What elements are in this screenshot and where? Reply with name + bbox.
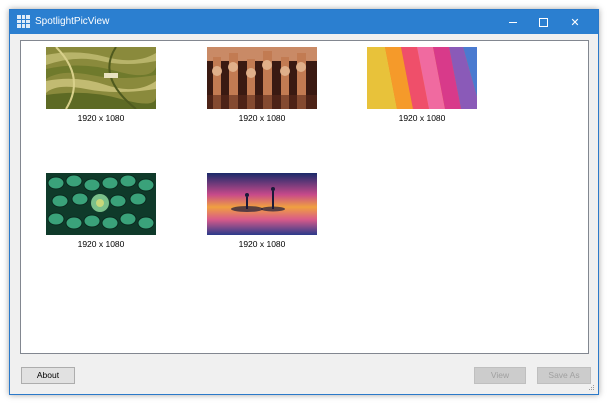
thumbnail-caption: 1920 x 1080 [238,239,286,249]
thumbnail-caption: 1920 x 1080 [77,239,125,249]
window-title: SpotlightPicView [35,16,110,27]
close-icon: ✕ [570,16,580,29]
thumbnail-caption: 1920 x 1080 [398,113,446,123]
thumbnail-item[interactable]: 1920 x 1080 [207,173,317,249]
maximize-button[interactable] [528,10,558,34]
thumbnail-image-paper-fan[interactable] [367,47,477,109]
maximize-icon [538,17,548,27]
close-button[interactable]: ✕ [560,10,590,34]
thumbnail-list[interactable]: 1920 x 1080 1920 x 1080 1920 x 1080 1920… [20,40,589,354]
thumbnail-item[interactable]: 1920 x 1080 [367,47,477,123]
minimize-icon [509,21,517,23]
view-button[interactable]: View [474,367,526,384]
minimize-button[interactable] [498,10,528,34]
save-as-button[interactable]: Save As [537,367,591,384]
resize-grip-icon[interactable] [588,384,595,391]
thumbnail-image-succulent[interactable] [46,173,156,235]
thumbnail-caption: 1920 x 1080 [77,113,125,123]
app-grid-icon [17,15,30,28]
thumbnail-image-rice-terraces[interactable] [46,47,156,109]
main-window: SpotlightPicView ✕ 1920 x 1080 1920 x 10… [9,9,599,395]
thumbnail-image-water-droplet[interactable] [207,173,317,235]
thumbnail-caption: 1920 x 1080 [238,113,286,123]
thumbnail-item[interactable]: 1920 x 1080 [46,173,156,249]
title-bar[interactable]: SpotlightPicView ✕ [10,10,598,34]
about-button[interactable]: About [21,367,75,384]
thumbnail-item[interactable]: 1920 x 1080 [207,47,317,123]
thumbnail-image-puppets[interactable] [207,47,317,109]
thumbnail-item[interactable]: 1920 x 1080 [46,47,156,123]
